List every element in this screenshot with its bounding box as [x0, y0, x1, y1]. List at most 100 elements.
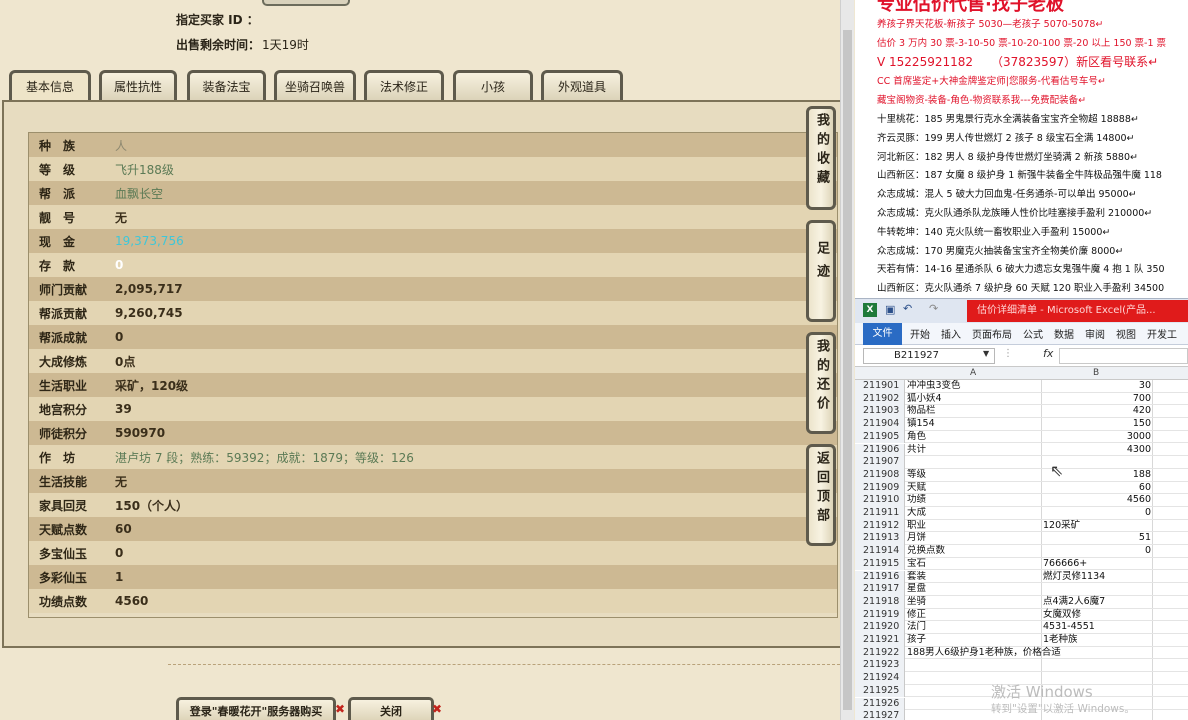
cell-a[interactable]: 职业: [907, 520, 1041, 532]
cell-b[interactable]: 700: [1043, 393, 1151, 405]
login-server-buy-button[interactable]: 登录"春暖花开"服务器购买: [176, 697, 336, 720]
cell-b[interactable]: 30: [1043, 380, 1151, 392]
row-number[interactable]: 211901: [855, 380, 905, 393]
row-number[interactable]: 211906: [855, 443, 905, 457]
tab-basic-info[interactable]: 基本信息: [9, 70, 91, 102]
cell-a[interactable]: 188男人6级护身1老种族，价格合适: [907, 647, 1061, 659]
cell-b[interactable]: 4300: [1043, 444, 1151, 456]
ribbon-tab-formulas[interactable]: 公式: [1023, 326, 1043, 341]
tab-mounts-pets[interactable]: 坐骑召唤兽: [274, 70, 356, 100]
cell-a[interactable]: 法门: [907, 621, 1041, 633]
cell-a[interactable]: 修正: [907, 609, 1041, 621]
my-favorites-button[interactable]: 我的收藏: [806, 106, 836, 210]
row-number[interactable]: 211919: [855, 608, 905, 622]
row-number[interactable]: 211920: [855, 621, 905, 634]
tab-children[interactable]: 小孩: [453, 70, 533, 100]
sheet-row[interactable]: 211921 孩子 1老种族: [855, 634, 1188, 647]
name-box[interactable]: B211927: [863, 348, 995, 364]
ribbon-tab-review[interactable]: 审阅: [1085, 326, 1105, 341]
cell-b[interactable]: 女魔双修: [1043, 609, 1151, 621]
cell-a[interactable]: 套装: [907, 571, 1041, 583]
sheet-row[interactable]: 211923: [855, 659, 1188, 673]
cell-a[interactable]: 星盘: [907, 583, 1041, 595]
cell-a[interactable]: 宝石: [907, 558, 1041, 570]
ribbon-tab-page-layout[interactable]: 页面布局: [972, 326, 1012, 341]
tab-attributes[interactable]: 属性抗性: [99, 70, 177, 100]
tab-equipment[interactable]: 装备法宝: [187, 70, 266, 100]
cell-a[interactable]: 冲冲虫3变色: [907, 380, 1041, 392]
cell-b[interactable]: 420: [1043, 405, 1151, 417]
cell-a[interactable]: 兑换点数: [907, 545, 1041, 557]
cell-b[interactable]: 3000: [1043, 431, 1151, 443]
sheet-row[interactable]: 211909 天赋 60: [855, 481, 1188, 495]
row-number[interactable]: 211908: [855, 468, 905, 482]
row-number[interactable]: 211909: [855, 481, 905, 495]
tab-spell-correction[interactable]: 法术修正: [364, 70, 444, 100]
cell-a[interactable]: 物品栏: [907, 405, 1041, 417]
close-button[interactable]: 关闭: [348, 697, 434, 720]
row-number[interactable]: 211915: [855, 557, 905, 571]
sheet-row[interactable]: 211906 共计 4300: [855, 443, 1188, 457]
sheet-row[interactable]: 211911 大成 0: [855, 507, 1188, 520]
row-number[interactable]: 211921: [855, 634, 905, 647]
column-header-b[interactable]: B: [1093, 368, 1099, 378]
redo-icon[interactable]: ↷: [929, 302, 938, 315]
sheet-row[interactable]: 211917 星盘: [855, 583, 1188, 596]
tab-appearance[interactable]: 外观道具: [541, 70, 623, 100]
cell-b[interactable]: 766666+: [1043, 558, 1151, 570]
cell-b[interactable]: 点4满2人6魔7: [1043, 596, 1151, 608]
row-number[interactable]: 211927: [855, 710, 905, 720]
vertical-scrollbar[interactable]: [840, 0, 854, 720]
close-x-icon[interactable]: ✖: [432, 702, 442, 716]
ribbon-tab-home[interactable]: 开始: [910, 326, 930, 341]
cell-b[interactable]: 150: [1043, 418, 1151, 430]
sheet-row[interactable]: 211905 角色 3000: [855, 430, 1188, 444]
formula-input[interactable]: [1059, 348, 1188, 364]
cell-a[interactable]: 狐小妖4: [907, 393, 1041, 405]
row-number[interactable]: 211905: [855, 430, 905, 444]
cell-a[interactable]: 镇154: [907, 418, 1041, 430]
cell-a[interactable]: 孩子: [907, 634, 1041, 646]
sheet-row[interactable]: 211914 兑换点数 0: [855, 545, 1188, 558]
close-x-icon[interactable]: ✖: [335, 702, 345, 716]
ribbon-tab-view[interactable]: 视图: [1116, 326, 1136, 341]
cell-a[interactable]: 月饼: [907, 532, 1041, 544]
sheet-row[interactable]: 211920 法门 4531-4551: [855, 621, 1188, 634]
footprint-button[interactable]: 足迹: [806, 220, 836, 322]
row-number[interactable]: 211907: [855, 456, 905, 469]
sheet-row[interactable]: 211901 冲冲虫3变色 30: [855, 380, 1188, 393]
sheet-row[interactable]: 211913 月饼 51: [855, 532, 1188, 546]
ribbon-tab-developer[interactable]: 开发工: [1147, 326, 1177, 341]
cell-b[interactable]: 燃灯灵修1134: [1043, 571, 1151, 583]
row-number[interactable]: 211902: [855, 392, 905, 406]
cell-b[interactable]: 51: [1043, 532, 1151, 544]
sheet-grid[interactable]: 211901 冲冲虫3变色 30 211902 狐小妖4 700 211903 物品栏 420 2…: [855, 380, 1188, 720]
cell-a[interactable]: 坐骑: [907, 596, 1041, 608]
row-number[interactable]: 211924: [855, 672, 905, 685]
row-number[interactable]: 211918: [855, 595, 905, 609]
cell-b[interactable]: 4531-4551: [1043, 621, 1151, 633]
fx-icon[interactable]: fx: [1043, 347, 1053, 360]
sheet-row[interactable]: 211916 套装 燃灯灵修1134: [855, 570, 1188, 584]
cell-a[interactable]: 大成: [907, 507, 1041, 519]
scrollbar-thumb[interactable]: [843, 30, 852, 710]
row-number[interactable]: 211923: [855, 659, 905, 673]
row-number[interactable]: 211911: [855, 507, 905, 520]
sheet-row[interactable]: 211902 狐小妖4 700: [855, 392, 1188, 406]
row-number[interactable]: 211914: [855, 545, 905, 558]
chevron-down-icon[interactable]: ▼: [983, 349, 989, 358]
cell-b[interactable]: 1老种族: [1043, 634, 1151, 646]
row-number[interactable]: 211925: [855, 684, 905, 698]
ribbon-tab-file[interactable]: 文件: [863, 322, 902, 345]
cell-b[interactable]: 120采矿: [1043, 520, 1151, 532]
row-number[interactable]: 211926: [855, 697, 905, 711]
row-number[interactable]: 211912: [855, 519, 905, 533]
row-number[interactable]: 211903: [855, 405, 905, 419]
sheet-row[interactable]: 211903 物品栏 420: [855, 405, 1188, 419]
row-number[interactable]: 211917: [855, 583, 905, 596]
sheet-row[interactable]: 211904 镇154 150: [855, 418, 1188, 431]
sheet-row[interactable]: 211922 188男人6级护身1老种族，价格合适: [855, 646, 1188, 660]
column-header-a[interactable]: A: [970, 368, 976, 378]
cell-a[interactable]: 天赋: [907, 482, 1041, 494]
sheet-row[interactable]: 211915 宝石 766666+: [855, 557, 1188, 571]
